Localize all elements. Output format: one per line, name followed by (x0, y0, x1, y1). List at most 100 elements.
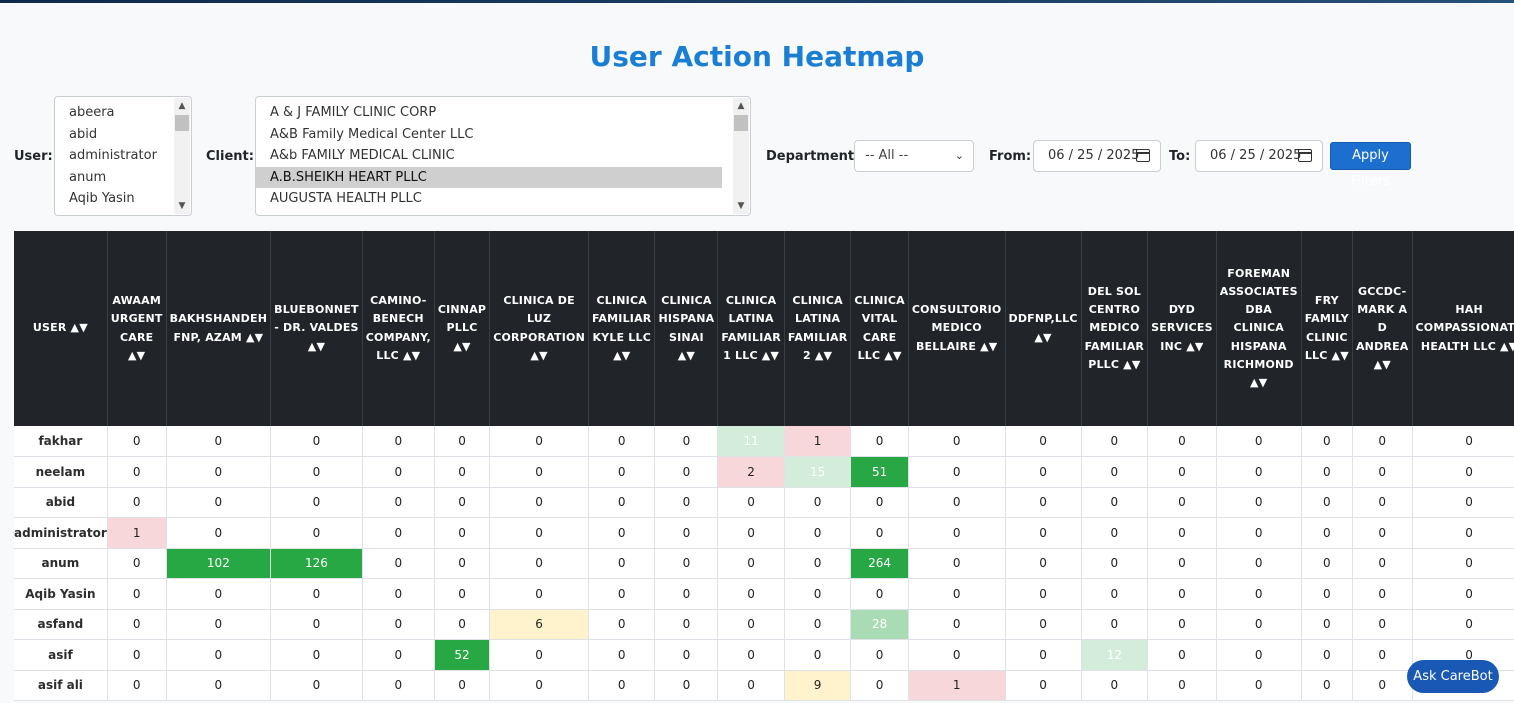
scroll-up-icon[interactable]: ▲ (733, 98, 749, 114)
user-option[interactable]: anum (55, 167, 173, 189)
heatmap-cell: 0 (1352, 609, 1413, 640)
calendar-icon[interactable] (1136, 149, 1150, 162)
heatmap-cell: 6 (489, 609, 589, 640)
scroll-thumb[interactable] (734, 115, 748, 131)
heatmap-cell: 264 (850, 548, 909, 579)
client-column-header[interactable]: BLUEBONNET - DR. VALDES ▲▼ (270, 231, 363, 426)
client-column-header[interactable]: CLINICA FAMILIAR KYLE LLC ▲▼ (588, 231, 656, 426)
client-column-header[interactable]: DYD SERVICES INC ▲▼ (1147, 231, 1217, 426)
department-select[interactable]: -- All -- ⌄ (854, 140, 974, 172)
heatmap-cell: 0 (588, 639, 656, 671)
client-column-header[interactable]: GCCDC-MARK A D ANDREA ▲▼ (1352, 231, 1413, 426)
user-listbox-scrollbar[interactable]: ▲ ▼ (174, 98, 190, 214)
heatmap-cell: 0 (270, 456, 363, 488)
heatmap-cell: 1 (107, 517, 167, 549)
user-name-cell: anum (14, 548, 108, 579)
heatmap-cell: 0 (1216, 609, 1302, 640)
scroll-down-icon[interactable]: ▼ (174, 198, 190, 214)
heatmap-cell: 0 (1352, 548, 1413, 579)
client-column-header[interactable]: CLINICA DE LUZ CORPORATION ▲▼ (489, 231, 589, 426)
client-option[interactable]: A&B Family Medical Center LLC (256, 124, 722, 146)
heatmap-cell: 0 (588, 670, 656, 701)
table-row: neelam 0 0 0 0 0 0 0 0 2 15 51 0 0 0 0 0 0 0 0 (14, 456, 1514, 488)
heatmap-cell: 0 (654, 456, 719, 488)
heatmap-cell: 0 (1412, 517, 1514, 549)
user-listbox[interactable]: abeera abid administrator anum Aqib Yasin ▲ … (54, 96, 192, 216)
heatmap-cell: 0 (654, 609, 719, 640)
heatmap-cell: 0 (1081, 548, 1149, 579)
user-option[interactable]: Aqib Yasin (55, 188, 173, 210)
scroll-thumb[interactable] (175, 115, 189, 131)
heatmap-table: USER ▲▼ AWAAM URGENT CARE ▲▼ BAKHSHANDEH F… (14, 231, 1514, 701)
client-column-header[interactable]: FRY FAMILY CLINIC LLC ▲▼ (1301, 231, 1353, 426)
from-date-input[interactable]: 06 / 25 / 2025 (1033, 140, 1161, 172)
client-column-header[interactable]: CLINICA LATINA FAMILIAR 1 LLC ▲▼ (717, 231, 785, 426)
heatmap-cell: 0 (1352, 456, 1413, 488)
heatmap-cell: 0 (489, 517, 589, 549)
client-column-header[interactable]: HAH COMPASSIONATE HEALTH LLC ▲▼ (1412, 231, 1514, 426)
heatmap-table-container: USER ▲▼ AWAAM URGENT CARE ▲▼ BAKHSHANDEH F… (14, 231, 1514, 703)
heatmap-cell: 102 (166, 548, 272, 579)
client-column-header[interactable]: CLINICA VITAL CARE LLC ▲▼ (850, 231, 909, 426)
scroll-up-icon[interactable]: ▲ (174, 98, 190, 114)
heatmap-cell: 0 (1147, 426, 1217, 457)
client-column-header[interactable]: CINNAP PLLC ▲▼ (434, 231, 491, 426)
apply-filters-button[interactable]: Apply Filters (1330, 142, 1411, 189)
user-option[interactable]: abeera (55, 102, 173, 124)
heatmap-cell: 0 (107, 578, 167, 610)
client-column-header[interactable]: CONSULTORIO MEDICO BELLAIRE ▲▼ (908, 231, 1006, 426)
heatmap-cell: 52 (434, 639, 491, 671)
heatmap-cell: 1 (908, 670, 1006, 701)
client-option[interactable]: A.B.SHEIKH HEART PLLC (256, 166, 722, 188)
client-column-header[interactable]: DEL SOL CENTRO MEDICO FAMILIAR PLLC ▲▼ (1081, 231, 1149, 426)
from-date-value: 06 / 25 / 2025 (1048, 148, 1140, 163)
heatmap-cell: 1 (784, 426, 852, 457)
heatmap-cell: 0 (1301, 487, 1353, 518)
user-name-cell: asif (14, 639, 108, 671)
heatmap-cell: 0 (717, 487, 785, 518)
heatmap-cell: 126 (270, 548, 363, 579)
client-column-header[interactable]: FOREMAN ASSOCIATES DBA CLINICA HISPANA R… (1216, 231, 1302, 426)
client-column-header[interactable]: BAKHSHANDEH FNP, AZAM ▲▼ (166, 231, 272, 426)
ask-carebot-button[interactable]: Ask CareBot (1407, 660, 1499, 693)
heatmap-cell: 0 (1216, 578, 1302, 610)
heatmap-cell: 0 (1352, 426, 1413, 457)
heatmap-cell: 0 (166, 487, 272, 518)
heatmap-cell: 0 (434, 609, 491, 640)
heatmap-cell: 0 (434, 456, 491, 488)
calendar-icon[interactable] (1298, 149, 1312, 162)
heatmap-cell: 0 (1005, 517, 1082, 549)
client-column-header[interactable]: AWAAM URGENT CARE ▲▼ (107, 231, 167, 426)
client-option[interactable]: A & J FAMILY CLINIC CORP (256, 102, 722, 124)
heatmap-cell: 0 (654, 426, 719, 457)
heatmap-cell: 0 (850, 639, 909, 671)
heatmap-cell: 0 (717, 578, 785, 610)
heatmap-cell: 0 (1412, 487, 1514, 518)
heatmap-cell: 0 (1301, 426, 1353, 457)
client-column-header[interactable]: CLINICA LATINA FAMILIAR 2 ▲▼ (784, 231, 852, 426)
heatmap-cell: 0 (908, 487, 1006, 518)
heatmap-cell: 0 (166, 578, 272, 610)
client-column-header[interactable]: DDFNP,LLC ▲▼ (1005, 231, 1082, 426)
scroll-down-icon[interactable]: ▼ (733, 198, 749, 214)
user-option[interactable]: abid (55, 124, 173, 146)
client-listbox[interactable]: A & J FAMILY CLINIC CORP A&B Family Medic… (255, 96, 751, 216)
client-option[interactable]: A&b FAMILY MEDICAL CLINIC (256, 145, 722, 167)
table-header-row: USER ▲▼ AWAAM URGENT CARE ▲▼ BAKHSHANDEH F… (14, 231, 1514, 426)
heatmap-cell: 0 (1081, 456, 1149, 488)
user-column-header[interactable]: USER ▲▼ (14, 231, 108, 426)
heatmap-cell: 0 (1005, 578, 1082, 610)
user-option[interactable]: administrator (55, 145, 173, 167)
to-date-input[interactable]: 06 / 25 / 2025 (1195, 140, 1323, 172)
heatmap-cell: 0 (489, 426, 589, 457)
client-column-header[interactable]: CAMINO-BENECH COMPANY, LLC ▲▼ (362, 231, 435, 426)
heatmap-cell: 0 (1412, 426, 1514, 457)
client-listbox-scrollbar[interactable]: ▲ ▼ (733, 98, 749, 214)
heatmap-cell: 0 (908, 609, 1006, 640)
client-column-header[interactable]: CLINICA HISPANA SINAI ▲▼ (654, 231, 719, 426)
heatmap-cell: 0 (362, 639, 435, 671)
client-option[interactable]: AUGUSTA HEALTH PLLC (256, 188, 722, 210)
heatmap-cell: 0 (908, 426, 1006, 457)
heatmap-cell: 28 (850, 609, 909, 640)
heatmap-cell: 0 (784, 609, 852, 640)
